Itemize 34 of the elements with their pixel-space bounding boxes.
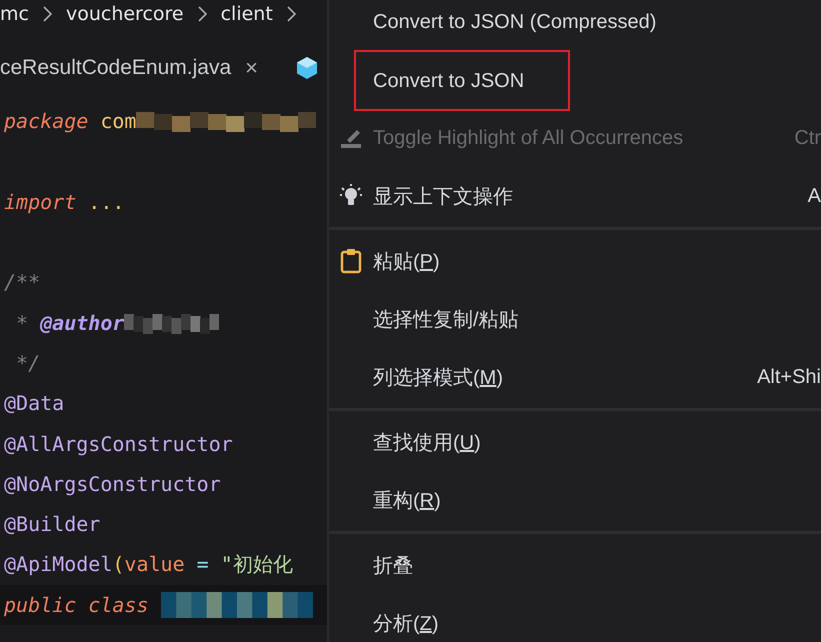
breadcrumb-item[interactable]: client (220, 3, 273, 25)
code-line: @Builder (4, 512, 100, 536)
menu-item[interactable]: 粘贴(P) (373, 248, 440, 274)
code-line: @ApiModel(value = "初始化 (4, 550, 293, 578)
menu-item[interactable]: Convert to JSON (Compressed) (373, 10, 656, 34)
chevron-icon (42, 6, 52, 22)
breadcrumb-item[interactable]: mc (0, 3, 29, 25)
code-line: public class (4, 592, 150, 617)
code-line: package com (4, 109, 136, 134)
menu-item[interactable]: Convert to JSON (356, 52, 568, 108)
menu-item[interactable]: 查找使用(U) (373, 428, 481, 456)
chevron-icon (198, 6, 207, 22)
shortcut-text: A (808, 184, 821, 208)
code-line: * @author (15, 310, 124, 335)
close-icon[interactable]: × (245, 57, 258, 79)
code-line: */ (15, 350, 40, 375)
shortcut-text: Ctr (794, 126, 821, 150)
breadcrumb-item[interactable]: vouchercore (66, 3, 184, 25)
chevron-icon (286, 6, 296, 22)
editor-tab[interactable]: ceResultCodeEnum.java (0, 56, 232, 80)
menu-item[interactable]: 列选择模式(M) (373, 364, 504, 390)
code-line: @Data (4, 391, 64, 416)
menu-item[interactable]: 显示上下文操作 (373, 182, 513, 210)
menu-item[interactable]: 分析(Z) (373, 610, 439, 636)
code-line: @NoArgsConstructor (4, 472, 221, 496)
menu-item[interactable]: 折叠 (373, 552, 413, 578)
code-line: @AllArgsConstructor (4, 432, 233, 456)
clipboard-icon (340, 248, 362, 274)
menu-item[interactable]: 选择性复制/粘贴 (373, 306, 519, 332)
menu-item[interactable]: 重构(R) (373, 486, 441, 514)
shortcut-text: Alt+Shi (757, 366, 821, 388)
cube-icon[interactable] (296, 56, 318, 80)
code-line: import ... (4, 190, 124, 214)
code-line: /** (4, 270, 40, 294)
